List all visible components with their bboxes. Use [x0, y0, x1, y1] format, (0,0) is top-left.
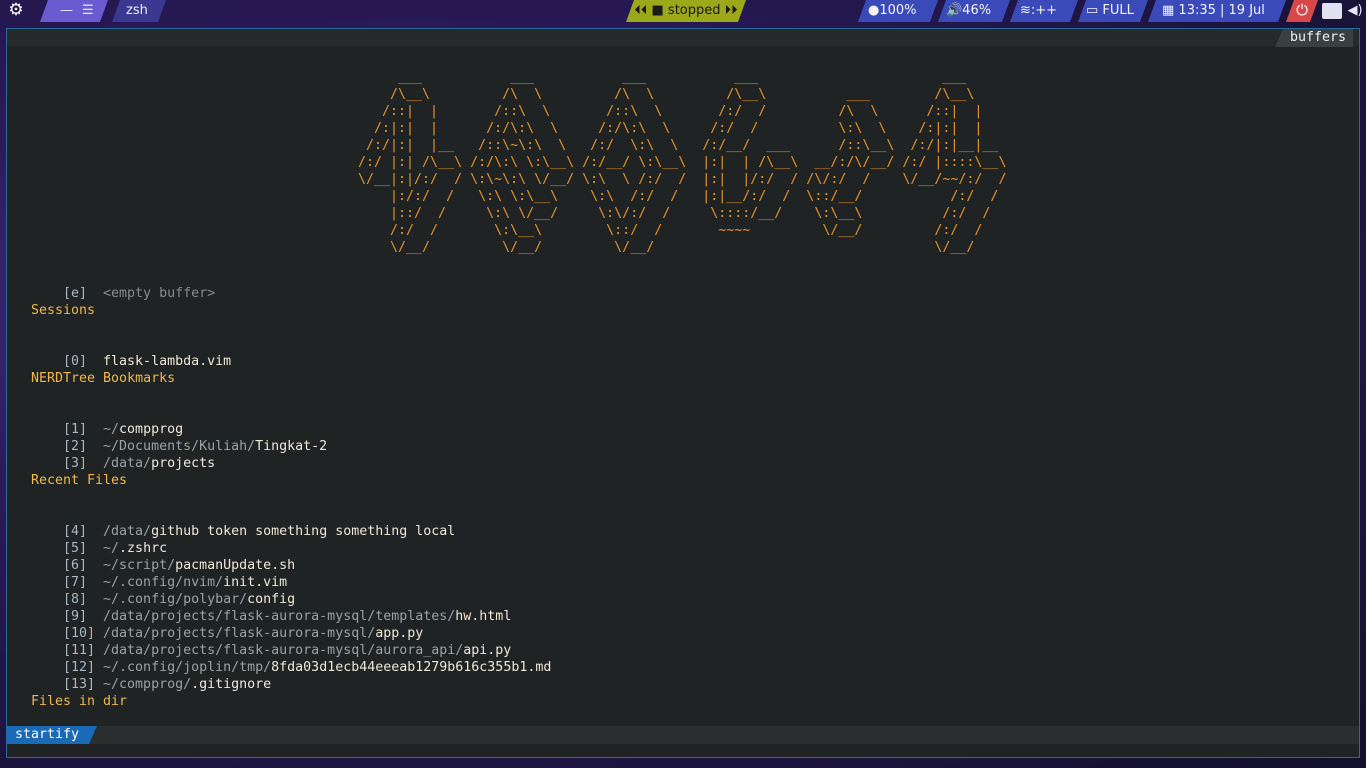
empty-buffer-entry[interactable]: [e] <empty buffer>: [31, 268, 215, 301]
recent-file-item[interactable]: [7] ~/.config/nvim/init.vim: [31, 557, 287, 590]
brightness-indicator[interactable]: ●100%: [868, 0, 917, 22]
top-panel: ⚙ — ☰ zsh ⏴⏴ ■ stopped ⏵⏵ ●100% 🔊46% ≋:+…: [0, 0, 1366, 22]
recent-files-heading: Recent Files: [31, 473, 128, 488]
bookmark-item[interactable]: [1] ~/compprog: [31, 404, 183, 437]
next-track-icon[interactable]: ⏵⏵: [725, 3, 738, 18]
wifi-icon: ≋: [1020, 3, 1031, 18]
media-player: ⏴⏴ ■ stopped ⏵⏵: [634, 0, 738, 22]
recent-file-item[interactable]: [5] ~/.zshrc: [31, 523, 167, 556]
recent-file-item[interactable]: [11]/data/projects/flask-aurora-mysql/au…: [31, 625, 511, 658]
recent-file-item[interactable]: [4]/data/github token something somethin…: [31, 506, 455, 539]
wifi-indicator[interactable]: ≋:++: [1020, 0, 1057, 22]
tray-app-icon[interactable]: [1322, 3, 1342, 19]
window-title: zsh: [126, 3, 148, 18]
session-item[interactable]: [0] flask-lambda.vim: [31, 336, 231, 369]
recent-file-item[interactable]: [12] ~/.config/joplin/tmp/8fda03d1ecb44ee…: [31, 642, 551, 675]
gear-icon[interactable]: ⚙: [4, 0, 28, 22]
player-status: stopped: [667, 3, 721, 18]
recent-file-item[interactable]: [10]/data/projects/flask-aurora-mysql/ap…: [31, 608, 423, 641]
buffers-label: buffers: [1274, 29, 1353, 47]
bookmark-item[interactable]: [2] ~/Documents/Kuliah/Tingkat-2: [31, 421, 327, 454]
recent-file-item[interactable]: [9]/data/projects/flask-aurora-mysql/tem…: [31, 591, 511, 624]
volume-indicator[interactable]: 🔊46%: [946, 0, 991, 22]
statusline-mode: startify: [7, 726, 98, 744]
tabline: buffers: [7, 29, 1359, 47]
calendar-icon: ▦: [1162, 3, 1179, 18]
recent-file-item[interactable]: [13] ~/compprog/.gitignore: [31, 659, 271, 692]
clock[interactable]: ▦ 13:35 | 19 Jul: [1162, 0, 1265, 22]
previous-track-icon[interactable]: ⏴⏴: [634, 3, 647, 18]
bookmark-item[interactable]: [3]/data/projects: [31, 438, 215, 471]
power-icon[interactable]: ⏻: [1292, 0, 1312, 22]
bookmarks-heading: NERDTree Bookmarks: [31, 371, 176, 386]
files-in-dir-heading: Files in dir: [31, 694, 128, 709]
recent-file-item[interactable]: [8] ~/.config/polybar/config: [31, 574, 295, 607]
startify-header-art: ___ ___ ___ ___ ___ /\__\ /\ \ /\ \ /\__…: [358, 70, 1007, 255]
recent-file-item[interactable]: [6] ~/script/pacmanUpdate.sh: [31, 540, 295, 573]
stop-icon[interactable]: ■: [651, 3, 663, 18]
terminal-window[interactable]: buffers ___ ___ ___ ___ ___ /\__\ /\ \ /…: [6, 28, 1360, 758]
battery-icon: ▭: [1086, 3, 1103, 18]
sessions-heading: Sessions: [31, 303, 96, 318]
battery-indicator[interactable]: ▭ FULL: [1086, 0, 1134, 22]
workspace-switcher-bg: [39, 0, 109, 22]
statusline: startify: [7, 726, 1359, 744]
workspace-2[interactable]: ☰: [82, 0, 94, 22]
tray-volume-icon[interactable]: ◀): [1346, 0, 1364, 22]
workspace-1[interactable]: —: [60, 0, 73, 22]
